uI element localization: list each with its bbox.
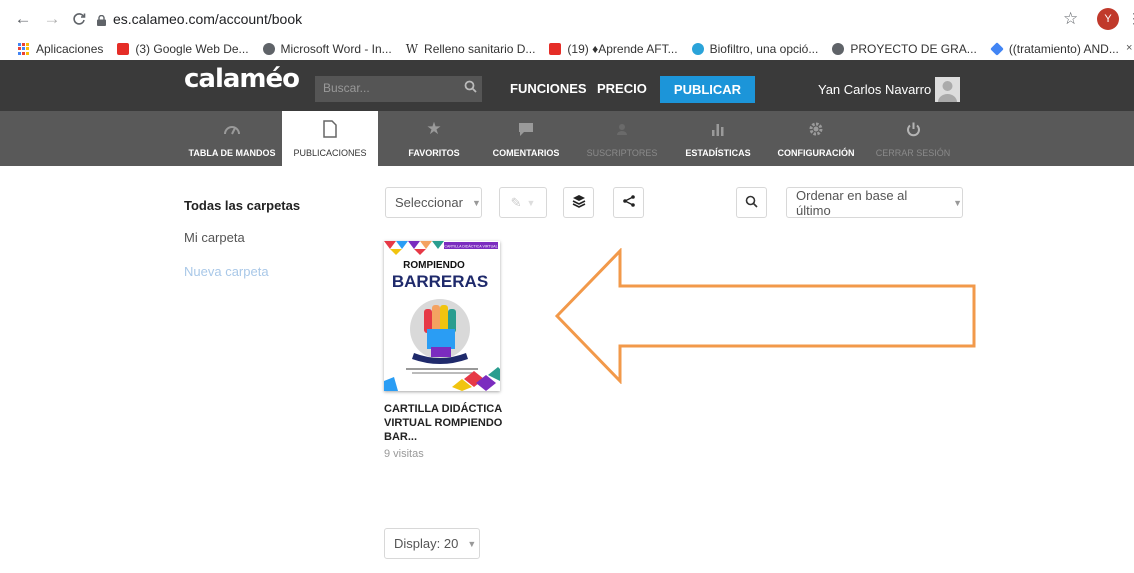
url-field[interactable]: es.calameo.com/account/book — [113, 11, 302, 27]
select-dropdown[interactable]: Seleccionar ▼ — [385, 187, 482, 218]
bookmark-label: (3) Google Web De... — [135, 42, 249, 56]
edit-dropdown[interactable]: ✎ ▼ — [499, 187, 547, 218]
apps-grid-icon — [18, 43, 30, 55]
pricing-link[interactable]: PRECIO — [597, 81, 647, 96]
more-menu-icon[interactable]: ⋮ — [1127, 10, 1134, 27]
search-icon — [464, 80, 477, 98]
user-name[interactable]: Yan Carlos Navarro — [818, 82, 931, 97]
back-arrow-icon[interactable]: ← — [12, 8, 34, 30]
sort-label: Ordenar en base al último — [796, 187, 908, 218]
tab-settings[interactable]: CONFIGURACIÓN — [773, 111, 859, 166]
document-icon — [323, 119, 337, 139]
bookmark-label: Aplicaciones — [36, 42, 104, 56]
folder-mine[interactable]: Mi carpeta — [184, 230, 245, 245]
tab-logout[interactable]: CERRAR SESIÓN — [870, 111, 956, 166]
bookmark-label: ((tratamiento) AND... — [1008, 42, 1119, 56]
bookmark-star-icon[interactable]: ☆ — [1063, 9, 1078, 29]
tab-label: TABLA DE MANDOS — [188, 148, 276, 158]
globe-icon — [832, 43, 845, 55]
caret-down-icon: ▼ — [953, 197, 962, 208]
youtube-icon — [549, 43, 562, 55]
caret-down-icon: ▼ — [526, 197, 536, 208]
subscribers-icon — [616, 119, 628, 139]
new-folder-link[interactable]: Nueva carpeta — [184, 264, 269, 279]
search-icon — [745, 195, 758, 211]
publication-views: 9 visitas — [384, 448, 424, 460]
bookmark-label: Biofiltro, una opció... — [709, 42, 819, 56]
features-link[interactable]: FUNCIONES — [510, 81, 587, 96]
tab-favorites[interactable]: ★ FAVORITOS — [392, 111, 476, 166]
tab-label: COMENTARIOS — [492, 148, 560, 158]
publication-cover[interactable]: CARTILLA DIDÁCTICA VIRTUAL ROMPIENDO BAR… — [384, 241, 500, 391]
profile-avatar[interactable]: Y — [1097, 8, 1119, 30]
user-avatar[interactable] — [935, 77, 960, 102]
tab-dashboard[interactable]: TABLA DE MANDOS — [182, 111, 282, 166]
tab-label: CERRAR SESIÓN — [875, 148, 951, 158]
pencil-icon: ✎ — [510, 194, 522, 210]
youtube-icon — [117, 43, 130, 55]
search-input[interactable]: Buscar... — [315, 76, 458, 102]
caret-down-icon: ▼ — [471, 197, 481, 208]
publication-title[interactable]: CARTILLA DIDÁCTICA VIRTUAL ROMPIENDO BAR… — [384, 402, 504, 444]
diamond-icon — [990, 42, 1004, 56]
lock-icon — [97, 13, 106, 26]
bookmark-item[interactable]: (19) ♦Aprende AFT... — [549, 42, 678, 56]
annotation-arrow — [554, 248, 976, 384]
tab-label: ESTADÍSTICAS — [685, 148, 751, 158]
tab-publications[interactable]: PUBLICACIONES — [282, 111, 378, 166]
select-label: Seleccionar — [395, 195, 463, 210]
cover-line1: ROMPIENDO — [403, 260, 465, 271]
tab-subscribers[interactable]: SUSCRIPTORES — [580, 111, 664, 166]
bookmark-label: PROYECTO DE GRA... — [850, 42, 977, 56]
calameo-logo[interactable]: calaméo — [184, 64, 300, 94]
search-button[interactable] — [458, 76, 482, 102]
gear-icon — [808, 119, 824, 139]
bookmark-item[interactable]: Biofiltro, una opció... — [691, 42, 819, 56]
bookmark-item[interactable]: Aplicaciones — [18, 42, 103, 56]
bookmark-item[interactable]: PROYECTO DE GRA... — [832, 42, 977, 56]
bookmark-label: (19) ♦Aprende AFT... — [567, 42, 678, 56]
bookmark-item[interactable]: ((tratamiento) AND... — [990, 42, 1119, 56]
cover-header-text: CARTILLA DIDÁCTICA VIRTUAL — [444, 245, 497, 249]
bookmarks-bar: Aplicaciones (3) Google Web De... Micros… — [0, 38, 1134, 60]
layers-icon — [572, 194, 586, 211]
tab-label: FAVORITOS — [408, 148, 460, 158]
bar-chart-icon — [710, 119, 726, 139]
forward-arrow-icon[interactable]: → — [41, 8, 63, 30]
search-publications-button[interactable] — [736, 187, 767, 218]
display-label: Display: 20 — [394, 536, 459, 551]
bookmark-label: Relleno sanitario D... — [424, 42, 536, 56]
star-icon: ★ — [426, 119, 442, 138]
caret-down-icon: ▼ — [467, 538, 477, 549]
layers-button[interactable] — [563, 187, 594, 218]
bookmark-label: Microsoft Word - In... — [280, 42, 392, 56]
tab-label: SUSCRIPTORES — [586, 148, 658, 158]
share-icon — [622, 195, 635, 210]
cover-artwork: CARTILLA DIDÁCTICA VIRTUAL ROMPIENDO BAR… — [384, 241, 500, 391]
wikipedia-icon: W — [405, 42, 419, 56]
tab-statistics[interactable]: ESTADÍSTICAS — [676, 111, 760, 166]
browser-address-bar: ← → es.calameo.com/account/book ☆ Y ⋮ — [0, 0, 1134, 38]
globe-icon — [262, 43, 275, 55]
share-button[interactable] — [613, 187, 644, 218]
tab-label: PUBLICACIONES — [293, 148, 367, 158]
sort-dropdown[interactable]: Ordenar en base al último ▼ — [786, 187, 963, 218]
power-icon — [906, 119, 921, 139]
bookmark-item[interactable]: W Relleno sanitario D... — [406, 42, 536, 56]
cover-line2: BARRERAS — [392, 272, 488, 291]
display-count-dropdown[interactable]: Display: 20 ▼ — [384, 528, 480, 559]
tab-label: CONFIGURACIÓN — [777, 148, 855, 158]
comment-icon — [518, 119, 534, 139]
close-icon[interactable]: × — [1126, 42, 1132, 54]
folder-all[interactable]: Todas las carpetas — [184, 198, 300, 213]
tab-comments[interactable]: COMENTARIOS — [484, 111, 568, 166]
reload-icon[interactable] — [68, 8, 90, 30]
publish-button[interactable]: PUBLICAR — [660, 76, 755, 103]
bookmark-item[interactable]: Microsoft Word - In... — [262, 42, 392, 56]
bookmark-item[interactable]: (3) Google Web De... — [117, 42, 249, 56]
dashboard-gauge-icon — [223, 119, 241, 139]
blue-circle-icon — [691, 43, 704, 55]
